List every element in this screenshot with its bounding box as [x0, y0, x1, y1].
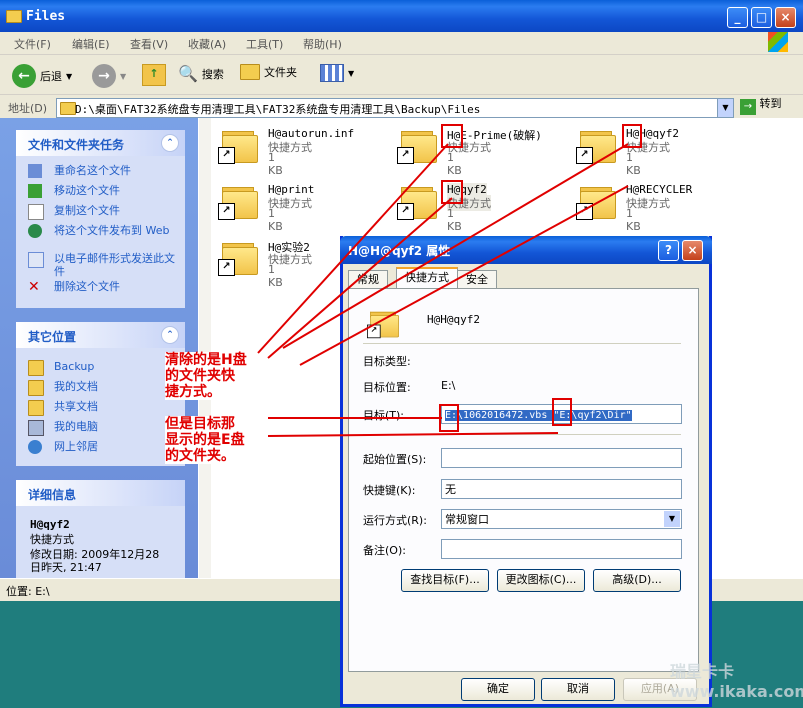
highlight-box: [439, 404, 459, 432]
highlight-box: [441, 180, 463, 204]
note-line: 但是目标那: [165, 416, 235, 432]
note-line: 的文件夹。: [165, 448, 235, 464]
highlight-box: [622, 124, 642, 148]
note-line: 显示的是E盘: [165, 432, 245, 448]
note-line: 清除的是H盘: [165, 352, 247, 368]
highlight-box: [441, 124, 463, 148]
annotation-note-1: 清除的是H盘 的文件夹快 捷方式。: [165, 352, 247, 400]
note-line: 的文件夹快: [165, 368, 235, 384]
note-line: 捷方式。: [165, 384, 221, 400]
watermark: 瑞星卡卡 www.ikaka.com: [670, 662, 803, 701]
annotation-note-2: 但是目标那 显示的是E盘 的文件夹。: [165, 416, 245, 464]
annotation-lines: [257, 143, 629, 437]
highlight-box: [552, 398, 572, 426]
